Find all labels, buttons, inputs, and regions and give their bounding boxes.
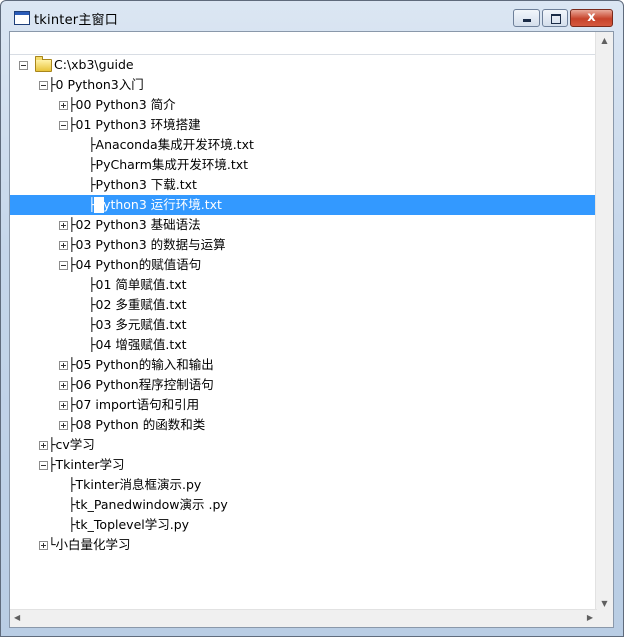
tree-item-label: ├Tkinter学习 (48, 457, 125, 472)
close-icon: x (587, 10, 596, 25)
tree-item-label: ├07 import语句和引用 (68, 397, 200, 412)
tree-item-label: ├02 Python3 基础语法 (68, 217, 201, 232)
window-title: tkinter主窗口 (34, 13, 118, 28)
tree-item-label: ├04 Python的赋值语句 (68, 257, 202, 272)
scroll-up-icon[interactable]: ▲ (596, 36, 613, 45)
tree-item-label: ├cv学习 (48, 437, 95, 452)
tree-item-label: ├03 Python3 的数据与运算 (68, 237, 226, 252)
tree-item-label: ├Python3 下载.txt (88, 177, 197, 192)
expand-toggle-icon[interactable] (39, 441, 48, 450)
tree-file-row[interactable]: ├Tkinter消息框演示.py (10, 475, 597, 495)
treeview[interactable]: C:\xb3\guide ├0 Python3入门 ├00 Python3 简介 ├… (10, 55, 597, 615)
tree-item-label: ├00 Python3 简介 (68, 97, 176, 112)
expand-toggle-icon[interactable] (59, 401, 68, 410)
tree-root-row[interactable]: C:\xb3\guide (10, 55, 597, 75)
treeview-header (10, 32, 597, 55)
tree-folder-row[interactable]: ├0 Python3入门 (10, 75, 597, 95)
tree-item-label: ├08 Python 的函数和类 (68, 417, 206, 432)
tree-file-row[interactable]: ├01 简单赋值.txt (10, 275, 597, 295)
tree-folder-row[interactable]: ├05 Python的输入和输出 (10, 355, 597, 375)
collapse-toggle-icon[interactable] (39, 81, 48, 90)
tree-item-label: ├04 增强赋值.txt (88, 337, 187, 352)
window-app-icon (14, 11, 30, 25)
folder-icon (35, 56, 52, 72)
expand-toggle-icon[interactable] (59, 241, 68, 250)
tree-file-row[interactable]: ├PyCharm集成开发环境.txt (10, 155, 597, 175)
minimize-button[interactable] (513, 9, 540, 27)
tree-file-row[interactable]: ├02 多重赋值.txt (10, 295, 597, 315)
tree-item-label: └小白量化学习 (48, 537, 131, 552)
expand-toggle-icon[interactable] (59, 381, 68, 390)
collapse-toggle-icon[interactable] (59, 261, 68, 270)
horizontal-scrollbar[interactable]: ◀ ▶ (10, 609, 597, 627)
tree-item-label: ├tk_Toplevel学习.py (68, 517, 190, 532)
tree-folder-row[interactable]: ├06 Python程序控制语句 (10, 375, 597, 395)
expand-toggle-icon[interactable] (39, 541, 48, 550)
tree-item-label: ├Tkinter消息框演示.py (68, 477, 202, 492)
tree-file-row[interactable]: ├Python3 下载.txt (10, 175, 597, 195)
tree-folder-row[interactable]: ├07 import语句和引用 (10, 395, 597, 415)
tree-item-label: ├06 Python程序控制语句 (68, 377, 214, 392)
main-window: tkinter主窗口 x C:\xb3\guide ├0 Python3入门 ├0… (0, 0, 624, 637)
tree-item-label: ├03 多元赋值.txt (88, 317, 187, 332)
tree-folder-row[interactable]: ├04 Python的赋值语句 (10, 255, 597, 275)
tree-item-label: ├0 Python3入门 (48, 77, 144, 92)
vertical-scrollbar[interactable]: ▲ ▼ (595, 32, 613, 612)
tree-folder-row[interactable]: ├00 Python3 简介 (10, 95, 597, 115)
tree-folder-row[interactable]: └小白量化学习 (10, 535, 597, 555)
tree-root-label: C:\xb3\guide (54, 57, 134, 72)
tree-file-row[interactable]: ├tk_Toplevel学习.py (10, 515, 597, 535)
tree-folder-row[interactable]: ├08 Python 的函数和类 (10, 415, 597, 435)
tree-file-row[interactable]: ├04 增强赋值.txt (10, 335, 597, 355)
tree-item-label: ├tk_Panedwindow演示 .py (68, 497, 228, 512)
tree-folder-row[interactable]: ├03 Python3 的数据与运算 (10, 235, 597, 255)
tree-folder-row[interactable]: ├01 Python3 环境搭建 (10, 115, 597, 135)
tree-folder-row[interactable]: ├cv学习 (10, 435, 597, 455)
maximize-button[interactable] (542, 9, 568, 27)
scroll-down-icon[interactable]: ▼ (596, 599, 613, 608)
title-bar[interactable]: tkinter主窗口 x (1, 1, 623, 31)
tree-item-label: ├02 多重赋值.txt (88, 297, 187, 312)
collapse-toggle-icon[interactable] (39, 461, 48, 470)
expand-toggle-icon[interactable] (59, 421, 68, 430)
collapse-toggle-icon[interactable] (59, 121, 68, 130)
tree-item-label: ├05 Python的输入和输出 (68, 357, 214, 372)
tree-item-label: ├Python3 运行环境.txt (88, 197, 222, 212)
expand-toggle-icon[interactable] (59, 361, 68, 370)
tree-file-row[interactable]: ├tk_Panedwindow演示 .py (10, 495, 597, 515)
scrollbar-corner (596, 610, 613, 627)
treeview-panel: C:\xb3\guide ├0 Python3入门 ├00 Python3 简介 ├… (9, 31, 614, 628)
minimize-icon (523, 19, 531, 22)
tree-item-label: ├01 简单赋值.txt (88, 277, 187, 292)
tree-item-label: ├PyCharm集成开发环境.txt (88, 157, 249, 172)
expand-toggle-icon[interactable] (59, 221, 68, 230)
maximize-icon (551, 14, 561, 24)
tree-file-row[interactable]: ├Anaconda集成开发环境.txt (10, 135, 597, 155)
tree-folder-row[interactable]: ├Tkinter学习 (10, 455, 597, 475)
collapse-toggle-icon[interactable] (19, 61, 28, 70)
tree-file-row[interactable]: ├03 多元赋值.txt (10, 315, 597, 335)
tree-item-label: ├Anaconda集成开发环境.txt (88, 137, 254, 152)
close-button[interactable]: x (570, 9, 613, 27)
scroll-right-icon[interactable]: ▶ (587, 613, 593, 622)
tree-folder-row[interactable]: ├02 Python3 基础语法 (10, 215, 597, 235)
expand-toggle-icon[interactable] (59, 101, 68, 110)
tree-item-label: ├01 Python3 环境搭建 (68, 117, 201, 132)
scroll-left-icon[interactable]: ◀ (14, 613, 20, 622)
tree-file-row[interactable]: ├Python3 运行环境.txt (10, 195, 597, 215)
